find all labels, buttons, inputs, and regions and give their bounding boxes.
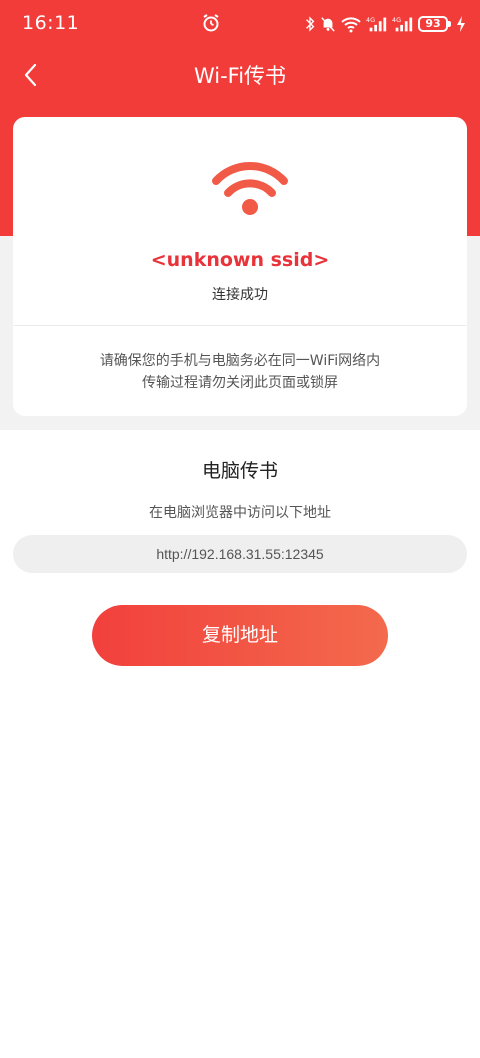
connection-card: <unknown ssid> 连接成功 请确保您的手机与电脑务必在同一WiFi网…: [13, 117, 467, 416]
svg-text:4G: 4G: [366, 16, 375, 24]
section-title: 电脑传书: [201, 460, 278, 482]
copy-address-button[interactable]: 复制地址: [92, 605, 388, 666]
signal-4g-icon: 4G: [366, 16, 387, 32]
divider: [13, 325, 467, 326]
connection-status: 连接成功: [212, 287, 268, 303]
wifi-status-icon: [341, 17, 361, 33]
battery-indicator: 93: [418, 16, 451, 32]
charging-icon: [457, 16, 465, 32]
status-icons: 4G 4G 93: [304, 13, 466, 35]
ssid-label: <unknown ssid>: [150, 249, 330, 271]
section-subtitle: 在电脑浏览器中访问以下地址: [149, 505, 331, 521]
mute-bell-icon: [321, 17, 335, 32]
url-field[interactable]: http://192.168.31.55:12345: [13, 535, 467, 573]
status-bar: 16:11 4G 4G 93: [0, 0, 480, 48]
bluetooth-icon: [306, 16, 315, 32]
page-title: Wi-Fi传书: [193, 64, 287, 88]
alarm-icon: [203, 14, 219, 32]
wifi-icon: [212, 161, 288, 215]
signal-4g-icon-2: 4G: [392, 16, 413, 32]
notice-text: 请确保您的手机与电脑务必在同一WiFi网络内 传输过程请勿关闭此页面或锁屏: [13, 350, 467, 394]
status-time: 16:11: [22, 12, 80, 34]
notice-line-1: 请确保您的手机与电脑务必在同一WiFi网络内: [99, 353, 381, 369]
svg-text:4G: 4G: [392, 16, 401, 24]
notice-line-2: 传输过程请勿关闭此页面或锁屏: [142, 375, 338, 391]
